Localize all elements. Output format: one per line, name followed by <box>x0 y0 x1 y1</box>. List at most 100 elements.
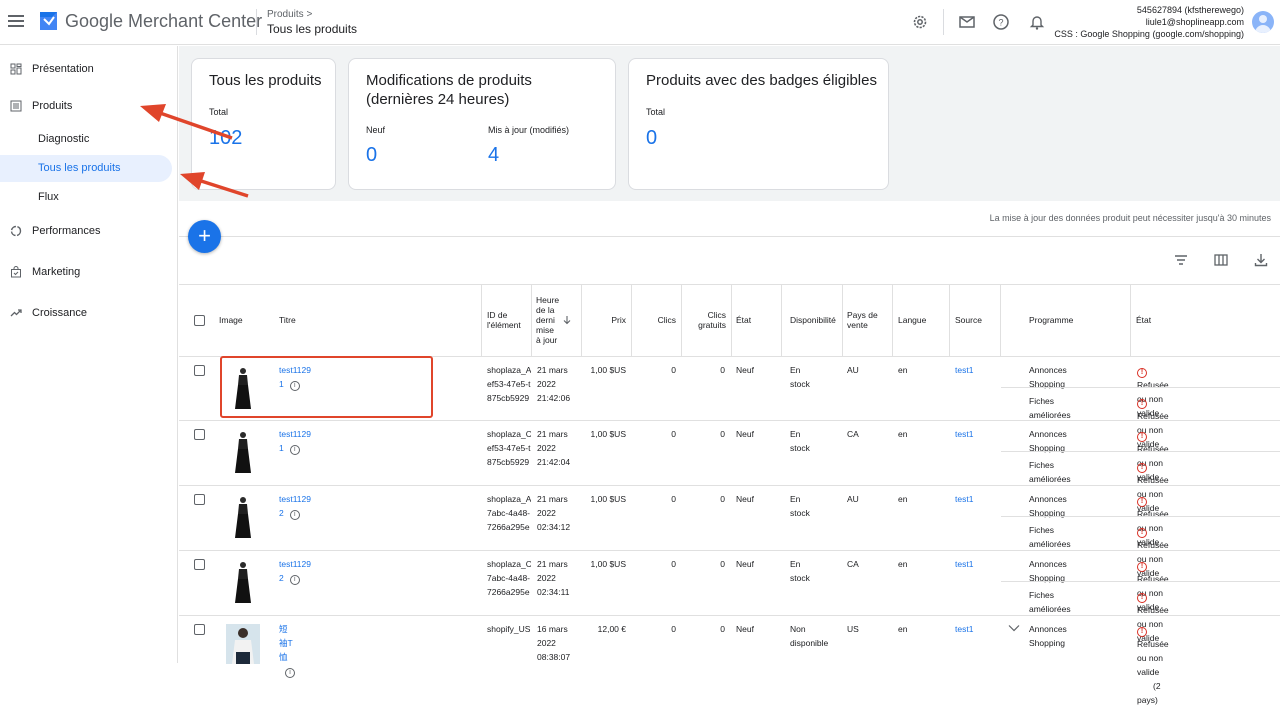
updated-time: 21 mars 2022 21:42:06 <box>537 363 570 405</box>
col-header-availability[interactable]: Disponibilité <box>790 284 838 356</box>
source-link[interactable]: test1 <box>955 557 973 571</box>
item-id-line: shoplaza_C <box>487 429 531 439</box>
source-link[interactable]: test1 <box>955 363 973 377</box>
settings-icon[interactable] <box>911 13 929 31</box>
row-checkbox[interactable] <box>194 494 205 505</box>
column-divider <box>781 284 782 356</box>
column-divider <box>1000 284 1001 356</box>
source-link[interactable]: test1 <box>955 492 973 506</box>
col-header-title[interactable]: Titre <box>279 284 296 356</box>
column-divider <box>731 284 732 356</box>
product-thumbnail[interactable] <box>226 624 260 664</box>
add-product-button[interactable]: + <box>188 220 221 253</box>
trend-icon <box>10 309 22 317</box>
sidebar: Présentation Produits Diagnostic Tous le… <box>0 46 178 663</box>
col-header-price[interactable]: Prix <box>586 284 626 356</box>
info-icon[interactable]: i <box>289 575 300 585</box>
info-icon[interactable]: i <box>289 445 300 455</box>
col-header-language[interactable]: Langue <box>898 284 926 356</box>
updated-time-line: 21 mars <box>537 429 568 439</box>
product-thumbnail[interactable] <box>231 430 255 474</box>
select-all-checkbox[interactable] <box>194 315 205 326</box>
col-header-condition[interactable]: État <box>736 284 751 356</box>
info-icon[interactable]: i <box>289 510 300 520</box>
item-id-line: shoplaza_A <box>487 365 531 375</box>
product-title-link[interactable]: test1129 1i <box>279 427 311 455</box>
col-header-updated[interactable]: Heure de la derni mise à jour <box>536 284 560 356</box>
updated-time-line: 21:42:06 <box>537 393 571 403</box>
status-label: ! Refusée ou non valide (2 pays) <box>1137 622 1169 707</box>
price: 1,00 $US <box>590 494 626 504</box>
card-all-products[interactable]: Tous les produits Total 102 <box>191 58 336 190</box>
col-header-source[interactable]: Source <box>955 284 982 356</box>
sidebar-item-produits[interactable]: Produits <box>0 99 178 113</box>
merchant-center-logo <box>40 12 57 30</box>
sort-arrow-down-icon[interactable] <box>562 315 572 325</box>
col-header-program[interactable]: Programme <box>1029 284 1073 356</box>
col-header-country[interactable]: Pays de vente <box>847 284 887 356</box>
row-checkbox[interactable] <box>194 624 205 635</box>
product-thumbnail[interactable] <box>231 560 255 604</box>
item-id-line: shoplaza_A <box>487 494 531 504</box>
help-icon[interactable]: ? <box>992 13 1010 31</box>
col-header-status[interactable]: État <box>1136 284 1151 356</box>
updated-label: Mis à jour (modifiés) <box>488 125 570 135</box>
availability: En stock <box>790 494 810 518</box>
availability-line: Non <box>790 624 806 634</box>
account-info[interactable]: 545627894 (kfstherewego) liule1@shopline… <box>1054 4 1244 40</box>
source-link[interactable]: test1 <box>955 622 973 636</box>
col-header-clicks[interactable]: Clics <box>636 284 676 356</box>
row-checkbox[interactable] <box>194 429 205 440</box>
total-label: Total <box>646 107 666 117</box>
column-divider <box>531 284 532 356</box>
account-email: liule1@shoplineapp.com <box>1145 17 1244 27</box>
row-checkbox[interactable] <box>194 365 205 376</box>
sidebar-item-marketing[interactable]: Marketing <box>0 265 178 279</box>
language: en <box>898 494 908 504</box>
row-checkbox[interactable] <box>194 559 205 570</box>
column-divider <box>1130 284 1131 356</box>
mail-icon[interactable] <box>958 13 976 31</box>
item-id-line: 875cb5929 <box>487 457 530 467</box>
col-header-free-clicks[interactable]: Clics gratuits <box>686 284 726 356</box>
sidebar-subitem-flux[interactable]: Flux <box>38 191 59 203</box>
sidebar-item-croissance[interactable]: Croissance <box>0 306 178 320</box>
error-icon: ! <box>1137 463 1147 473</box>
sidebar-item-performances[interactable]: Performances <box>0 224 178 238</box>
total-value: 0 <box>646 127 658 149</box>
status-text: Refusée ou non valide <box>1137 639 1169 677</box>
language: en <box>898 559 908 569</box>
menu-icon[interactable] <box>8 12 24 28</box>
account-css: CSS : Google Shopping (google.com/shoppi… <box>1054 29 1244 39</box>
card-title: Produits avec des badges éligibles <box>646 72 877 89</box>
avatar[interactable] <box>1252 11 1274 33</box>
card-badges[interactable]: Produits avec des badges éligibles Total… <box>628 58 889 190</box>
product-title-link[interactable]: test1129 2i <box>279 557 311 585</box>
sidebar-subitem-tous-les-produits[interactable]: Tous les produits <box>0 155 172 182</box>
breadcrumb-parent[interactable]: Produits > <box>267 9 312 20</box>
product-title-link[interactable]: 短袖T恤 i <box>279 622 295 678</box>
product-thumbnail[interactable] <box>231 495 255 539</box>
divider <box>179 236 1280 237</box>
divider <box>943 9 944 35</box>
item-id-line: shopify_US <box>487 624 531 634</box>
sidebar-item-label: Marketing <box>32 266 81 278</box>
item-id-line: ef53-47e5-t <box>487 443 531 453</box>
error-icon: ! <box>1137 432 1147 442</box>
product-title-link[interactable]: test1129 2i <box>279 492 311 520</box>
columns-icon[interactable] <box>1213 252 1229 268</box>
app-title: Google Merchant Center <box>65 11 263 31</box>
card-modifications[interactable]: Modifications de produits (dernières 24 h… <box>348 58 616 190</box>
divider <box>1001 581 1280 582</box>
col-header-id[interactable]: ID de l'élément <box>487 284 529 356</box>
notifications-icon[interactable] <box>1028 13 1046 31</box>
sidebar-item-presentation[interactable]: Présentation <box>0 62 178 76</box>
download-icon[interactable] <box>1253 252 1269 268</box>
filter-icon[interactable] <box>1173 252 1189 268</box>
sidebar-subitem-diagnostic[interactable]: Diagnostic <box>38 133 89 145</box>
updated-time: 21 mars 2022 02:34:12 <box>537 492 570 534</box>
free-clicks: 0 <box>720 624 725 634</box>
source-link[interactable]: test1 <box>955 427 973 441</box>
chevron-down-icon[interactable] <box>1008 624 1020 632</box>
info-icon[interactable]: i <box>285 668 295 678</box>
